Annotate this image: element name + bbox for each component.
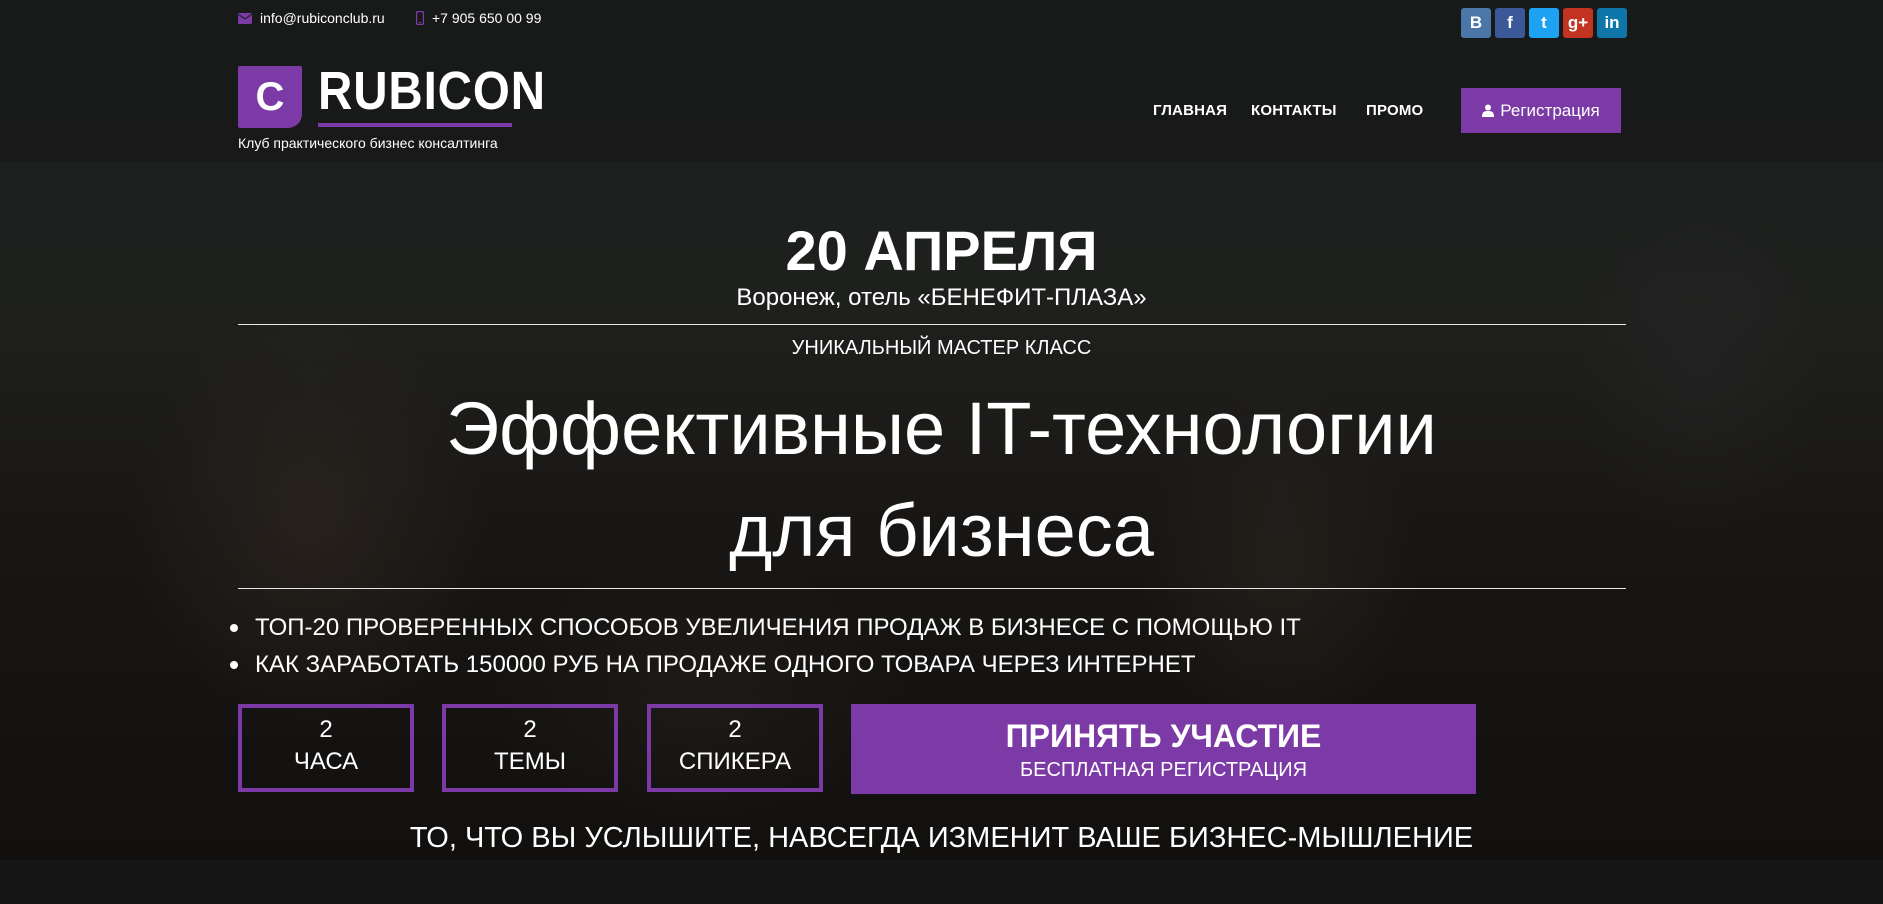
event-date: 20 АПРЕЛЯ (785, 219, 1098, 282)
benefits-list: ТОП-20 ПРОВЕРЕННЫХ СПОСОБОВ УВЕЛИЧЕНИЯ П… (230, 609, 1301, 683)
email-contact[interactable]: info@rubiconclub.ru (238, 10, 385, 26)
stat-speakers: 2 СПИКЕРА (647, 704, 823, 792)
stat-label: ЧАСА (293, 748, 359, 775)
stat-label: ТЕМЫ (494, 748, 566, 775)
nav-item-promo[interactable]: ПРОМО (1366, 102, 1423, 119)
logo-underline (318, 123, 512, 127)
benefit-text: ТОП-20 ПРОВЕРЕННЫХ СПОСОБОВ УВЕЛИЧЕНИЯ П… (255, 613, 1301, 641)
email-text[interactable]: info@rubiconclub.ru (260, 10, 385, 26)
participate-button[interactable]: ПРИНЯТЬ УЧАСТИЕ БЕСПЛАТНАЯ РЕГИСТРАЦИЯ (851, 704, 1476, 794)
event-title-line1: Эффективные IT-технологии (446, 387, 1437, 470)
vk-icon[interactable]: В (1461, 8, 1491, 38)
mobile-phone-icon (416, 11, 424, 25)
nav-item-home[interactable]: ГЛАВНАЯ (1153, 102, 1227, 119)
google-plus-icon[interactable]: g+ (1563, 8, 1593, 38)
phone-contact[interactable]: +7 905 650 00 99 (416, 10, 541, 26)
phone-text[interactable]: +7 905 650 00 99 (432, 10, 541, 26)
logo-mark: C (238, 66, 302, 128)
envelope-icon (238, 12, 252, 24)
divider-top (238, 324, 1626, 325)
bullet-dot (230, 623, 238, 632)
logo-tagline: Клуб практического бизнес консалтинга (238, 135, 498, 151)
user-icon (1482, 104, 1495, 117)
facebook-icon[interactable]: f (1495, 8, 1525, 38)
list-item: ТОП-20 ПРОВЕРЕННЫХ СПОСОБОВ УВЕЛИЧЕНИЯ П… (230, 609, 1301, 646)
closing-tagline: ТО, ЧТО ВЫ УСЛЫШИТЕ, НАВСЕГДА ИЗМЕНИТ ВА… (409, 822, 1474, 854)
bullet-dot (230, 660, 238, 669)
divider-bottom (238, 588, 1626, 589)
list-item: КАК ЗАРАБОТАТЬ 150000 РУБ НА ПРОДАЖЕ ОДН… (230, 646, 1301, 683)
event-title-line2: для бизнеса (729, 489, 1154, 572)
participate-title: ПРИНЯТЬ УЧАСТИЕ (1005, 718, 1322, 754)
event-venue: Воронеж, отель «БЕНЕФИТ-ПЛАЗА» (736, 284, 1147, 311)
bottom-strip (0, 860, 1883, 904)
stat-topics: 2 ТЕМЫ (442, 704, 618, 792)
social-links: В f t g+ in (1461, 8, 1627, 38)
stat-hours: 2 ЧАСА (238, 704, 414, 792)
logo-name: RUBICON (318, 61, 546, 121)
stat-number: 2 (319, 716, 333, 743)
stat-number: 2 (728, 716, 742, 743)
twitter-icon[interactable]: t (1529, 8, 1559, 38)
linkedin-icon[interactable]: in (1597, 8, 1627, 38)
site-logo[interactable]: C RUBICON Клуб практического бизнес конс… (238, 61, 545, 151)
participate-subtitle: БЕСПЛАТНАЯ РЕГИСТРАЦИЯ (1019, 759, 1308, 781)
event-kicker: УНИКАЛЬНЫЙ МАСТЕР КЛАСС (791, 337, 1092, 359)
stat-number: 2 (523, 716, 537, 743)
nav-item-contacts[interactable]: КОНТАКТЫ (1251, 102, 1337, 119)
register-button[interactable]: Регистрация (1461, 88, 1621, 133)
benefit-text: КАК ЗАРАБОТАТЬ 150000 РУБ НА ПРОДАЖЕ ОДН… (255, 650, 1196, 678)
register-label: Регистрация (1500, 100, 1600, 120)
stat-label: СПИКЕРА (678, 748, 792, 775)
event-title: Эффективные IT-технологии для бизнеса (0, 378, 1883, 582)
